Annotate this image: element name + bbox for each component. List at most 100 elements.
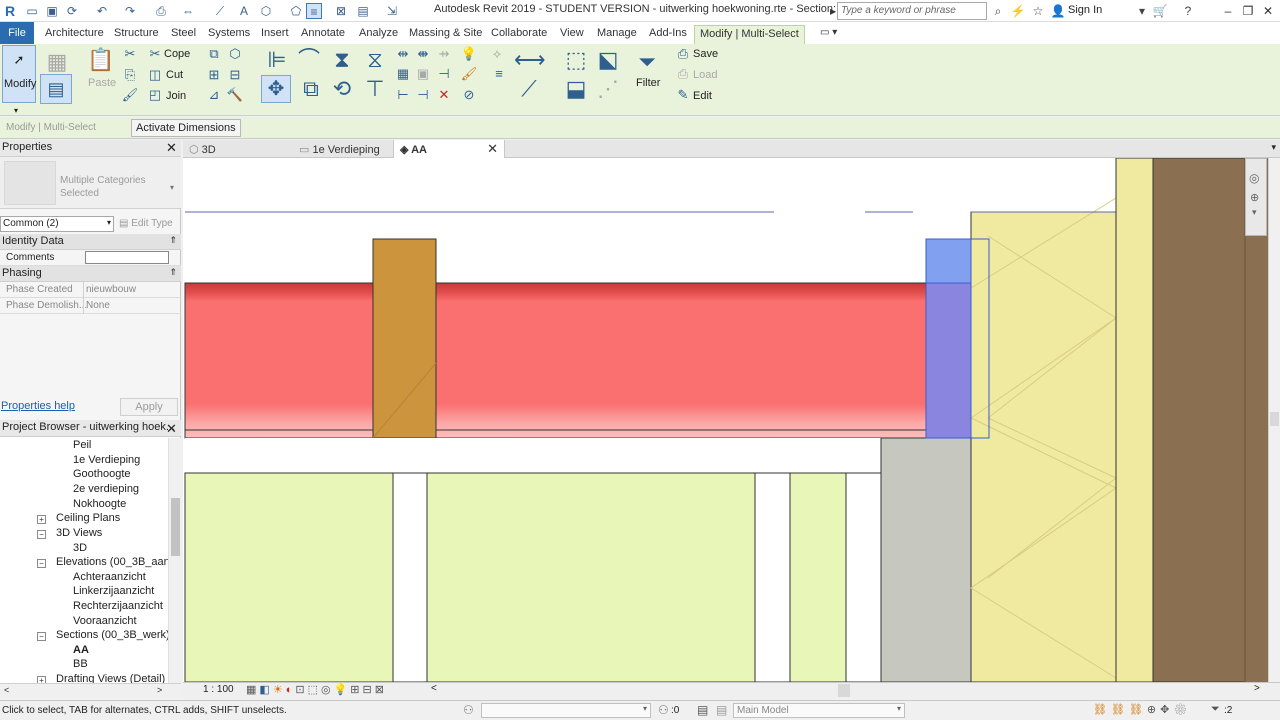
save-selection-label[interactable]: Save	[693, 48, 718, 60]
tree-item-peil[interactable]: Peil	[73, 439, 91, 451]
measure-icon[interactable]: ⇔	[180, 3, 196, 19]
section-icon[interactable]: ⬠	[288, 3, 304, 19]
type-selector[interactable]: Multiple Categories Selected ▾	[0, 157, 181, 209]
binoculars-icon[interactable]: ⌕	[990, 3, 1006, 19]
hscrollbar-thumb[interactable]	[838, 684, 850, 697]
copy-icon[interactable]: ⎘	[121, 67, 139, 83]
select-links-icon[interactable]: ⛓	[1093, 704, 1111, 716]
close-icon[interactable]: ✕	[487, 141, 498, 157]
minimize-icon[interactable]: –	[1220, 3, 1236, 19]
tree-item-achteraanzicht[interactable]: Achteraanzicht	[73, 571, 146, 583]
design-options-icon[interactable]: ▤	[697, 703, 708, 717]
shadows-icon[interactable]: ◐	[286, 684, 296, 696]
aligned-dimension-icon[interactable]: ⟋	[212, 3, 228, 19]
drag-elements-icon[interactable]: ✥	[1160, 704, 1173, 716]
view-tabs-menu-icon[interactable]: ▾	[1271, 142, 1276, 153]
tab-architecture[interactable]: Architecture	[40, 25, 109, 44]
match-properties-icon[interactable]: 🖌	[121, 87, 139, 103]
split-face-icon[interactable]: ⊞	[205, 67, 223, 83]
comments-field[interactable]	[85, 251, 169, 264]
filter-icon[interactable]: ⏷	[632, 48, 662, 76]
view-tab-3d[interactable]: ⬡ 3D	[183, 140, 293, 158]
revit-logo-icon[interactable]: R	[2, 3, 18, 19]
save-icon[interactable]: ▣	[44, 3, 60, 19]
chevron-right-icon[interactable]: >	[157, 685, 162, 695]
cut-label[interactable]: Cut	[166, 69, 183, 81]
chevron-down-icon[interactable]: ▾	[1252, 207, 1257, 218]
phase-created-value[interactable]: nieuwbouw	[86, 284, 136, 295]
floor-finish-left[interactable]	[184, 472, 394, 682]
move-button[interactable]: ✥	[261, 75, 291, 103]
collapse-icon[interactable]: −	[37, 559, 46, 568]
edit-selection-label[interactable]: Edit	[693, 90, 712, 102]
close-hidden-icon[interactable]: ⊠	[333, 3, 349, 19]
align-icon[interactable]: ⊫	[262, 46, 292, 74]
tab-structure[interactable]: Structure	[109, 25, 164, 44]
tree-item-goothoogte[interactable]: Goothoogte	[73, 468, 131, 480]
tab-add-ins[interactable]: Add-Ins	[644, 25, 692, 44]
trim-extend-icon[interactable]: ⊤	[360, 75, 390, 103]
scale-label[interactable]: 1 : 100	[203, 684, 234, 695]
user-icon[interactable]: 👤	[1050, 3, 1066, 19]
exclude-options-icon[interactable]: ▤	[716, 703, 727, 717]
close-icon[interactable]: ✕	[166, 421, 177, 437]
create-assembly-icon[interactable]: ⬚	[561, 46, 591, 74]
tree-item-aa[interactable]: AA	[73, 644, 89, 656]
workset-select[interactable]: ▾	[481, 703, 651, 718]
tree-item-3d-views[interactable]: 3D Views	[56, 527, 102, 539]
design-option-select[interactable]: Main Model ▾	[733, 703, 905, 718]
properties-toggle-button[interactable]: ▤	[40, 74, 72, 104]
cope-label[interactable]: Cope	[164, 48, 190, 60]
default-3d-view-icon[interactable]: ⬡	[258, 3, 274, 19]
tree-item-1e-verdieping[interactable]: 1e Verdieping	[73, 454, 140, 466]
select-pinned-icon[interactable]: ⛓	[1129, 704, 1147, 716]
tab-modify-multi-select[interactable]: Modify | Multi-Select	[694, 25, 805, 44]
panel-toggle-icon[interactable]: ▭ ▾	[815, 25, 842, 44]
phasing-section[interactable]: Phasing ⇑	[0, 266, 181, 282]
join-icon[interactable]: ◰	[146, 87, 164, 103]
cut-geometry-icon[interactable]: ◫	[146, 67, 164, 83]
tree-item-elevations[interactable]: Elevations (00_3B_aanzic	[56, 556, 168, 568]
visual-style-icon[interactable]: ◧	[259, 684, 272, 696]
copy-element-icon[interactable]: ⧉	[296, 75, 326, 103]
redo-icon[interactable]: ↷	[122, 3, 138, 19]
edit-selection-icon[interactable]: ✎	[674, 87, 692, 103]
activate-dimensions-button[interactable]: Activate Dimensions	[131, 119, 241, 137]
select-underlay-icon[interactable]: ⛓	[1111, 704, 1129, 716]
demolish-icon[interactable]: ⬡	[226, 46, 244, 62]
filter-label[interactable]: Filter	[636, 77, 660, 89]
rotate-icon[interactable]: ⟲	[327, 75, 357, 103]
paint-brush-icon[interactable]: 🖌	[460, 66, 478, 82]
trim-multiple-icon[interactable]: ⊢	[394, 87, 412, 103]
star-icon[interactable]: ☆	[1030, 3, 1046, 19]
tab-insert[interactable]: Insert	[256, 25, 294, 44]
worksets-icon[interactable]: ⚇	[463, 703, 474, 717]
edit-type-button[interactable]: ▤ Edit Type	[119, 218, 173, 229]
temp-view-props-icon[interactable]: ⊞	[350, 684, 362, 696]
steering-wheel-icon[interactable]: ◎	[1249, 171, 1259, 185]
mirror-pick-axis-icon[interactable]: ⧗	[327, 46, 357, 74]
concrete-wall[interactable]	[880, 437, 972, 682]
crop-view-icon[interactable]: ⊡	[295, 684, 307, 696]
switch-windows-icon[interactable]: ▤	[355, 3, 371, 19]
tree-item-3d[interactable]: 3D	[73, 542, 87, 554]
offset-icon[interactable]: ⌒	[294, 46, 324, 74]
join-label[interactable]: Join	[166, 90, 186, 102]
chevron-left-icon[interactable]: <	[4, 685, 9, 695]
scrollbar-thumb[interactable]	[1270, 412, 1279, 426]
tab-systems[interactable]: Systems	[203, 25, 255, 44]
tab-collaborate[interactable]: Collaborate	[486, 25, 552, 44]
tab-steel[interactable]: Steel	[166, 25, 201, 44]
tree-item-vooraanzicht[interactable]: Vooraanzicht	[73, 615, 137, 627]
browser-scrollbar[interactable]	[168, 438, 181, 685]
hammer-icon[interactable]: 🔨	[226, 87, 244, 103]
trim-single-icon[interactable]: ⊣	[414, 87, 432, 103]
create-group-icon[interactable]: ⬓	[561, 75, 591, 103]
tab-file[interactable]: File	[0, 22, 34, 44]
customize-qat-icon[interactable]: ⇲	[384, 3, 400, 19]
lightbulb-icon[interactable]: 💡	[460, 46, 478, 62]
tree-item-linkerzijaanzicht[interactable]: Linkerzijaanzicht	[73, 585, 154, 597]
tab-massing-site[interactable]: Massing & Site	[404, 25, 487, 44]
show-crop-icon[interactable]: ⬚	[308, 684, 321, 696]
tree-item-2e-verdieping[interactable]: 2e verdieping	[73, 483, 139, 495]
